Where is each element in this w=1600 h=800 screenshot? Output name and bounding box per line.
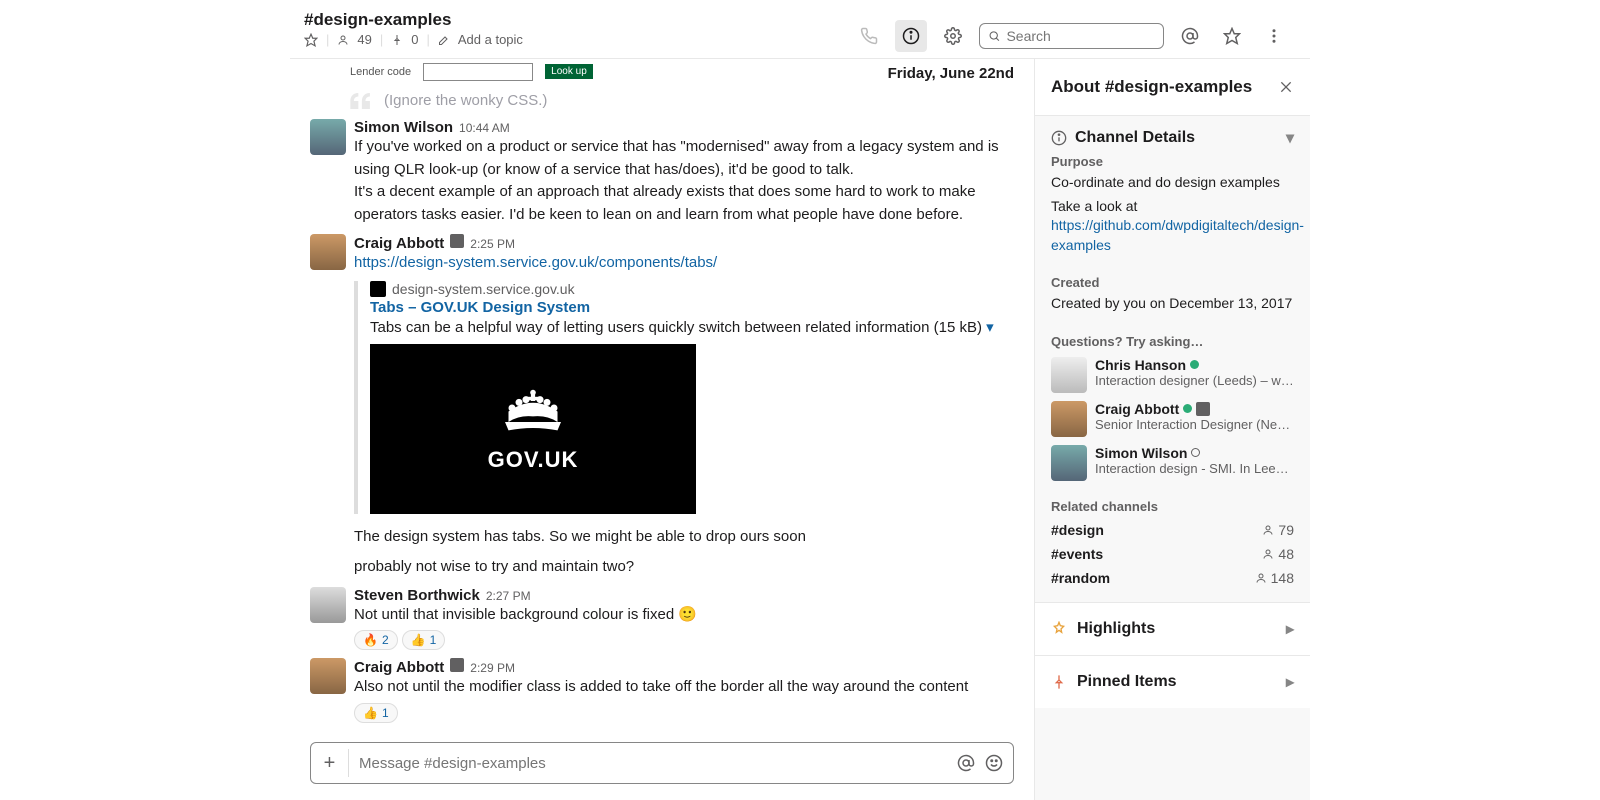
mentions-icon[interactable]: [1174, 20, 1206, 52]
details-heading[interactable]: Channel Details: [1075, 129, 1195, 147]
link-unfurl: design-system.service.gov.uk Tabs – GOV.…: [354, 281, 1014, 514]
suggested-person[interactable]: Chris HansonInteraction designer (Leeds)…: [1051, 357, 1294, 393]
created-label: Created: [1051, 275, 1294, 290]
related-channel[interactable]: #design79: [1051, 522, 1294, 538]
quote-icon: [350, 93, 372, 109]
message-text: probably not wise to try and maintain tw…: [354, 556, 1014, 579]
settings-icon[interactable]: [937, 20, 969, 52]
author-name[interactable]: Steven Borthwick: [354, 587, 480, 604]
crown-icon: [498, 384, 568, 439]
search-box[interactable]: [979, 23, 1164, 49]
sidebar-title: About #design-examples: [1051, 77, 1252, 97]
member-count[interactable]: 49: [357, 32, 371, 47]
avatar[interactable]: [310, 234, 346, 270]
members-icon[interactable]: [337, 34, 349, 46]
pin-icon: [1051, 674, 1067, 690]
more-icon[interactable]: [1258, 20, 1290, 52]
star-header-icon[interactable]: [1216, 20, 1248, 52]
search-input[interactable]: [1006, 28, 1155, 44]
chevron-right-icon: ▸: [1286, 672, 1294, 692]
created-text: Created by you on December 13, 2017: [1051, 294, 1294, 314]
timestamp[interactable]: 10:44 AM: [459, 121, 510, 135]
message: Steven Borthwick 2:27 PM Not until that i…: [310, 587, 1014, 651]
chevron-down-icon[interactable]: ▾: [1286, 128, 1294, 148]
search-icon: [988, 29, 1000, 43]
timestamp[interactable]: 2:29 PM: [470, 661, 515, 675]
timestamp[interactable]: 2:25 PM: [470, 237, 515, 251]
reaction[interactable]: 🔥2: [354, 630, 398, 650]
edit-icon: [438, 34, 450, 46]
message-text: Not until that invisible background colo…: [354, 604, 1014, 627]
presence-active-icon: [1183, 404, 1192, 413]
avatar[interactable]: [310, 587, 346, 623]
person-icon: [1255, 572, 1267, 584]
pin-count[interactable]: 0: [411, 32, 418, 47]
info-icon[interactable]: [895, 20, 927, 52]
star-icon[interactable]: [304, 33, 318, 47]
message-text: Also not until the modifier class is add…: [354, 676, 1014, 699]
questions-label: Questions? Try asking…: [1051, 334, 1294, 349]
avatar[interactable]: [310, 658, 346, 694]
message-text: If you've worked on a product or service…: [354, 136, 1014, 181]
purpose-text: Co-ordinate and do design examples: [1051, 173, 1294, 193]
purpose-link[interactable]: https://github.com/dwpdigitaltech/design…: [1051, 217, 1304, 253]
avatar: [1051, 357, 1087, 393]
author-name[interactable]: Craig Abbott: [354, 235, 444, 252]
legacy-form-snippet: Lender code Look up: [350, 63, 593, 81]
reaction[interactable]: 👍1: [354, 703, 398, 723]
date-divider: Friday, June 22nd: [888, 59, 1014, 88]
expand-icon[interactable]: ▾: [986, 319, 994, 336]
message: Craig Abbott 2:29 PM Also not until the …: [310, 658, 1014, 723]
channel-header: #design-examples | 49 | 0 | Add a topic: [290, 0, 1310, 59]
related-channel[interactable]: #events48: [1051, 546, 1294, 562]
message: Simon Wilson 10:44 AM If you've worked on…: [310, 119, 1014, 226]
highlights-icon: [1051, 621, 1067, 637]
reaction[interactable]: 👍1: [402, 630, 446, 650]
related-channel[interactable]: #random148: [1051, 570, 1294, 586]
status-emoji: [1196, 402, 1210, 416]
suggested-person[interactable]: Craig AbbottSenior Interaction Designer …: [1051, 401, 1294, 437]
person-icon: [1262, 524, 1274, 536]
unfurl-image[interactable]: GOV.UK: [370, 344, 696, 514]
author-name[interactable]: Simon Wilson: [354, 119, 453, 136]
avatar: [1051, 445, 1087, 481]
pin-icon[interactable]: [391, 34, 403, 46]
status-emoji: [450, 234, 464, 248]
presence-active-icon: [1190, 360, 1199, 369]
unfurl-title[interactable]: Tabs – GOV.UK Design System: [370, 299, 1014, 316]
message: Craig Abbott 2:25 PM https://design-syst…: [310, 234, 1014, 579]
avatar: [1051, 401, 1087, 437]
mention-icon[interactable]: [957, 754, 975, 772]
highlights-section[interactable]: Highlights ▸: [1035, 602, 1310, 655]
composer-input[interactable]: [359, 755, 947, 772]
suggested-person[interactable]: Simon WilsonInteraction design - SMI. In…: [1051, 445, 1294, 481]
presence-away-icon: [1191, 448, 1200, 457]
message-text: It's a decent example of an approach tha…: [354, 181, 1014, 226]
close-icon[interactable]: [1278, 79, 1294, 95]
message-pane: Lender code Look up Friday, June 22nd (I…: [290, 59, 1034, 800]
status-emoji: [450, 658, 464, 672]
timestamp[interactable]: 2:27 PM: [486, 589, 531, 603]
person-icon: [1262, 548, 1274, 560]
chevron-right-icon: ▸: [1286, 619, 1294, 639]
message-link[interactable]: https://design-system.service.gov.uk/com…: [354, 254, 717, 271]
favicon: [370, 281, 386, 297]
purpose-label: Purpose: [1051, 154, 1294, 169]
quote-block: (Ignore the wonky CSS.): [350, 92, 1014, 109]
channel-name[interactable]: #design-examples: [304, 10, 853, 30]
avatar[interactable]: [310, 119, 346, 155]
related-label: Related channels: [1051, 499, 1294, 514]
call-icon[interactable]: [853, 20, 885, 52]
emoji-icon[interactable]: [985, 754, 1003, 772]
author-name[interactable]: Craig Abbott: [354, 659, 444, 676]
add-topic-button[interactable]: Add a topic: [458, 32, 523, 47]
message-text: The design system has tabs. So we might …: [354, 526, 1014, 549]
info-icon: [1051, 130, 1067, 146]
about-sidebar: About #design-examples Channel Details ▾…: [1034, 59, 1310, 800]
attach-icon[interactable]: +: [321, 749, 349, 777]
pinned-section[interactable]: Pinned Items ▸: [1035, 655, 1310, 708]
message-composer[interactable]: +: [310, 742, 1014, 784]
